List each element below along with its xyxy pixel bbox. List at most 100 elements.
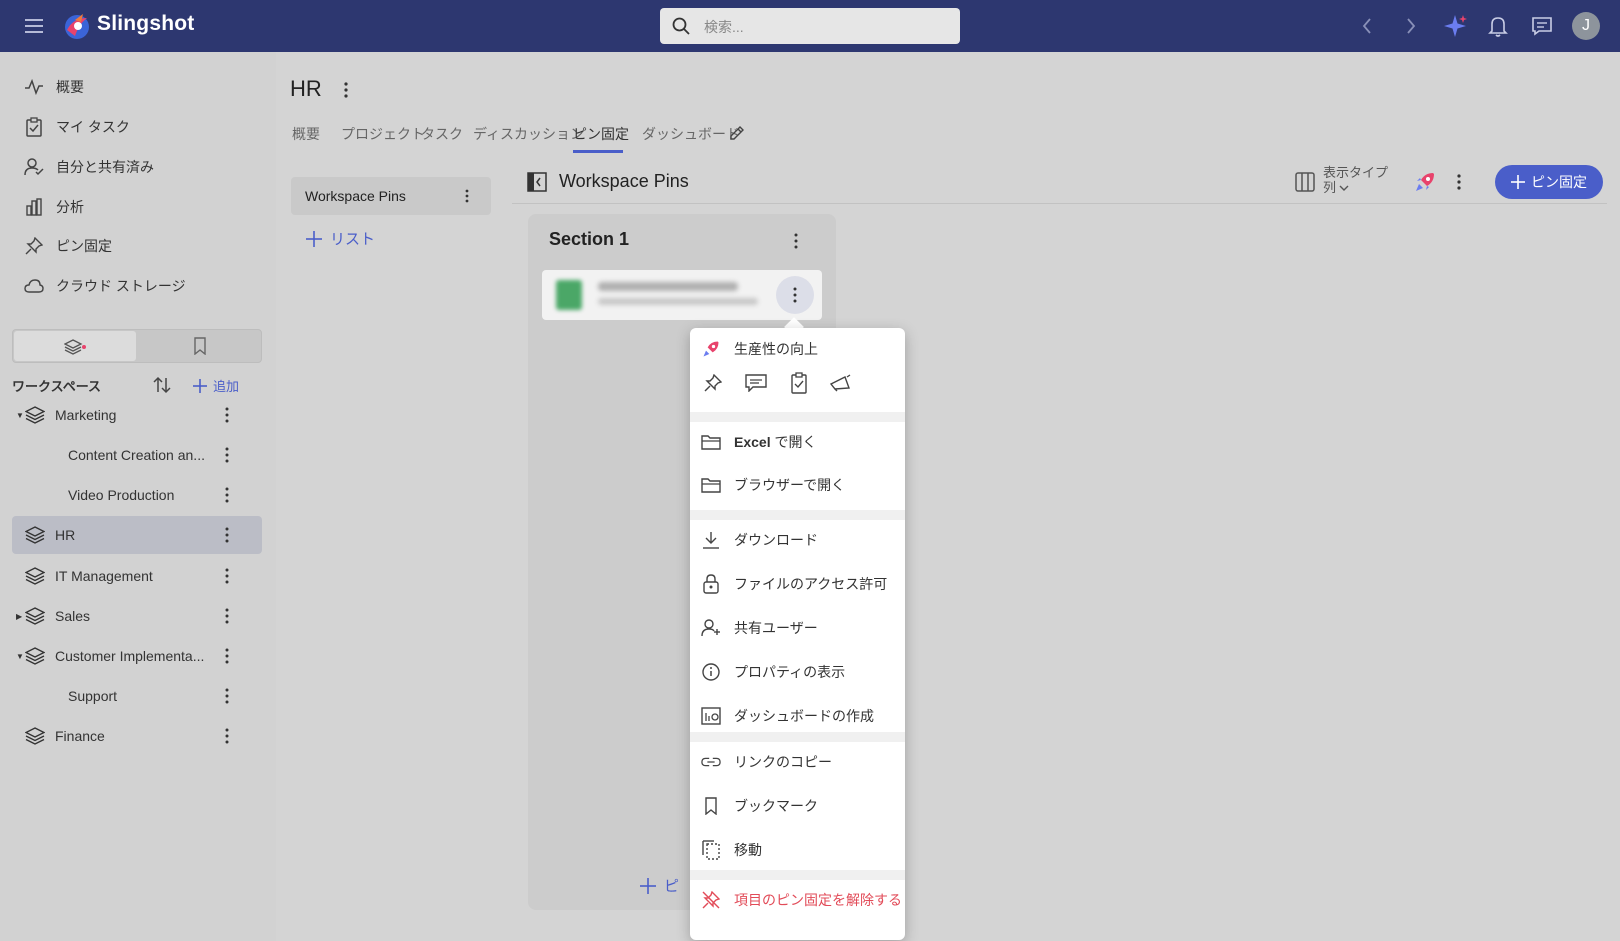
menu-item[interactable]: 移動 (690, 830, 905, 870)
more-options-icon[interactable] (219, 646, 235, 666)
workspace-item[interactable]: HR (12, 516, 262, 554)
menu-item[interactable]: リンクのコピー (690, 742, 905, 782)
bell-icon[interactable] (1484, 12, 1512, 40)
pin-button[interactable]: ピン固定 (1495, 165, 1603, 199)
nav-analytics[interactable]: 分析 (24, 191, 84, 223)
menu-separator (690, 732, 905, 742)
caret-down-icon[interactable]: ▼ (16, 652, 24, 661)
card-more-options-button[interactable] (776, 276, 814, 314)
workspace-label: Customer Implementa... (55, 648, 205, 664)
add-list-button[interactable]: リスト (306, 228, 375, 249)
menu-item[interactable]: ブックマーク (690, 786, 905, 826)
menu-item-productivity[interactable]: 生産性の向上 (690, 329, 905, 369)
menu-item[interactable]: プロパティの表示 (690, 652, 905, 692)
search-input[interactable]: 検索... (660, 8, 960, 44)
workspace-item[interactable]: Finance (12, 717, 262, 755)
back-arrow-icon[interactable] (1353, 12, 1381, 40)
more-options-icon[interactable] (788, 231, 804, 251)
tab-item[interactable]: 概要 (292, 124, 320, 144)
more-options-icon[interactable] (219, 405, 235, 425)
display-type-label: 表示タイプ (1323, 165, 1389, 180)
rocket-icon[interactable] (1413, 170, 1437, 194)
add-user-icon (701, 618, 721, 638)
menu-item[interactable]: 項目のピン固定を解除する (690, 880, 905, 920)
pins-list-item-label: Workspace Pins (305, 188, 406, 204)
more-options-icon[interactable] (219, 566, 235, 586)
pins-list-item[interactable]: Workspace Pins (291, 177, 491, 215)
more-options-icon[interactable] (219, 445, 235, 465)
task-check-icon[interactable] (787, 371, 811, 395)
nav-pinned[interactable]: ピン固定 (24, 230, 112, 262)
menu-item[interactable]: Excel で開く (690, 422, 905, 462)
pinned-file-card[interactable] (542, 270, 822, 320)
workspace-item[interactable]: Support (12, 677, 262, 715)
caret-right-icon[interactable]: ▶ (16, 612, 24, 621)
announce-icon[interactable] (829, 371, 853, 395)
more-options-icon[interactable] (338, 80, 354, 100)
workspace-label: IT Management (55, 568, 153, 584)
tab-item[interactable]: ピン固定 (573, 124, 629, 144)
add-workspace-button[interactable]: 追加 (193, 376, 239, 395)
comment-icon[interactable] (744, 371, 768, 395)
nav-overview[interactable]: 概要 (24, 71, 84, 103)
nav-shared-with-me[interactable]: 自分と共有済み (24, 151, 154, 183)
workspace-item[interactable]: IT Management (12, 557, 262, 595)
workspace-item[interactable]: ▶ Sales (12, 597, 262, 635)
menu-item[interactable]: ダッシュボードの作成 (690, 696, 905, 736)
more-options-icon[interactable] (1451, 172, 1467, 192)
menu-item[interactable]: ダウンロード (690, 520, 905, 560)
nav-label: 概要 (56, 79, 84, 95)
more-options-icon[interactable] (219, 485, 235, 505)
bookmarks-tab[interactable] (193, 337, 207, 355)
download-icon (701, 530, 721, 550)
search-placeholder: 検索... (704, 19, 744, 35)
menu-item-label: プロパティの表示 (734, 664, 846, 680)
menu-item-label: 共有ユーザー (734, 620, 818, 636)
user-avatar[interactable]: J (1572, 12, 1600, 40)
tab-item[interactable]: ダッシュボード (642, 124, 740, 144)
forward-arrow-icon[interactable] (1397, 12, 1425, 40)
tab-item[interactable]: タスク (421, 124, 463, 144)
menu-item[interactable]: ファイルのアクセス許可 (690, 564, 905, 604)
workspace-item[interactable]: ▼ Marketing (12, 396, 262, 434)
more-options-icon[interactable] (219, 686, 235, 706)
blurred-file-meta (598, 298, 758, 305)
tab-item[interactable]: ディスカッション (473, 124, 584, 144)
tab-item[interactable]: プロジェクト (341, 124, 425, 144)
ai-sparkle-icon[interactable] (1441, 12, 1469, 40)
nav-cloud-storage[interactable]: クラウド ストレージ (24, 270, 186, 302)
plus-icon (306, 230, 322, 247)
menu-item-label: 移動 (734, 842, 762, 858)
search-icon (672, 17, 690, 35)
plus-icon (1511, 175, 1525, 189)
nav-label: 分析 (56, 199, 84, 215)
workspace-item[interactable]: ▼ Customer Implementa... (12, 637, 262, 675)
more-options-icon[interactable] (219, 726, 235, 746)
pin-icon[interactable] (701, 371, 725, 395)
workspace-item[interactable]: Content Creation an... (12, 436, 262, 474)
menu-item-label: リンクのコピー (734, 754, 832, 770)
edit-pencil-icon[interactable] (728, 124, 746, 142)
nav-label: クラウド ストレージ (56, 278, 186, 294)
workspaces-tab[interactable] (14, 331, 136, 361)
workspace-item[interactable]: Video Production (12, 476, 262, 514)
collapse-panel-icon[interactable] (527, 172, 547, 192)
chat-icon[interactable] (1528, 12, 1556, 40)
section-title: Section 1 (549, 229, 630, 249)
add-pin-button[interactable]: ピ (640, 875, 679, 896)
chevron-down-icon (1339, 184, 1349, 192)
columns-icon[interactable] (1295, 172, 1315, 192)
display-type-select[interactable]: 表示タイプ 列 (1323, 165, 1388, 195)
menu-item-label: Excel で開く (734, 434, 817, 450)
nav-my-tasks[interactable]: マイ タスク (24, 111, 130, 143)
display-type-value: 列 (1323, 180, 1337, 195)
caret-down-icon[interactable]: ▼ (16, 411, 24, 420)
menu-icon[interactable] (20, 12, 48, 40)
more-options-icon[interactable] (219, 525, 235, 545)
menu-item[interactable]: 共有ユーザー (690, 608, 905, 648)
sort-icon[interactable] (152, 375, 172, 395)
more-options-icon[interactable] (459, 186, 475, 206)
more-options-icon[interactable] (219, 606, 235, 626)
menu-item[interactable]: ブラウザーで開く (690, 465, 905, 505)
plus-icon (193, 378, 207, 393)
